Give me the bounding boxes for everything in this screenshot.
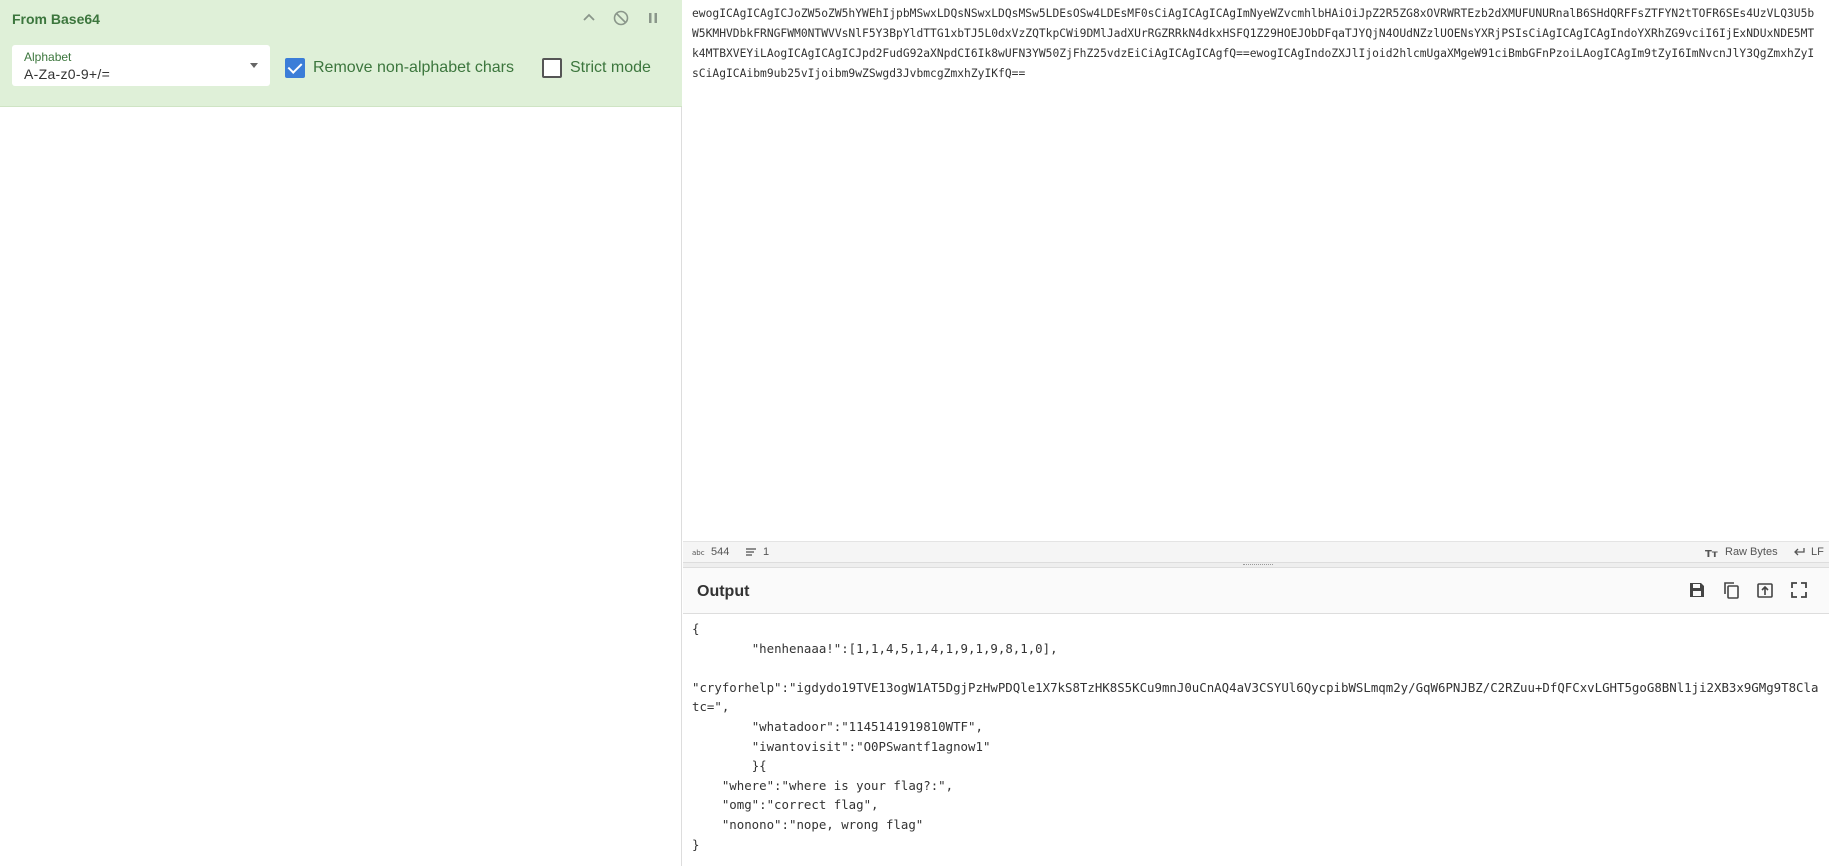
copy-icon[interactable] xyxy=(1721,580,1741,600)
operation-title: From Base64 xyxy=(12,11,100,27)
drag-grip-icon xyxy=(1243,564,1273,566)
char-count-stat: abc 544 xyxy=(692,546,729,558)
alphabet-label: Alphabet xyxy=(24,50,72,64)
output-pane[interactable]: { "henhenaaa!":[1,1,4,5,1,4,1,9,1,9,8,1,… xyxy=(683,614,1829,866)
remove-non-alphabet-label: Remove non-alphabet chars xyxy=(313,59,515,76)
remove-non-alphabet-option[interactable]: Remove non-alphabet chars xyxy=(285,58,514,78)
input-pane[interactable]: ewogICAgICAgICJoZW5oZW5hYWEhIjpbMSwxLDQs… xyxy=(683,0,1829,541)
operation-controls xyxy=(580,9,662,27)
output-toolbar xyxy=(1687,580,1809,600)
strict-mode-checkbox[interactable] xyxy=(542,58,562,78)
lines-icon xyxy=(746,548,756,556)
line-count: 1 xyxy=(763,546,770,558)
maximize-icon[interactable] xyxy=(1789,580,1809,600)
strict-mode-label: Strict mode xyxy=(570,59,651,76)
cyberchef-window: From Base64 Alphabet A-Za-z0-9+/= Remove… xyxy=(0,0,1829,866)
replace-input-icon[interactable] xyxy=(1755,580,1775,600)
line-count-stat: 1 xyxy=(745,546,769,558)
disable-icon[interactable] xyxy=(612,9,630,27)
alphabet-value: A-Za-z0-9+/= xyxy=(24,66,111,82)
operation-card-from-base64[interactable]: From Base64 Alphabet A-Za-z0-9+/= Remove… xyxy=(0,0,682,107)
return-arrow-icon xyxy=(1794,548,1805,556)
pause-icon[interactable] xyxy=(644,9,662,27)
collapse-icon[interactable] xyxy=(580,9,598,27)
output-header: Output xyxy=(683,568,1829,614)
alphabet-select[interactable]: Alphabet A-Za-z0-9+/= xyxy=(12,45,270,86)
text-length-icon: abc xyxy=(692,549,705,557)
save-icon[interactable] xyxy=(1687,580,1707,600)
encoding-selector[interactable]: Tт Raw Bytes xyxy=(1705,546,1778,558)
input-status-bar: abc 544 1 Tт Raw Bytes LF xyxy=(683,541,1829,562)
eol-selector[interactable]: LF xyxy=(1793,546,1824,558)
output-title: Output xyxy=(697,583,750,600)
remove-non-alphabet-checkbox[interactable] xyxy=(285,58,305,78)
encoding-label: Raw Bytes xyxy=(1725,546,1778,558)
svg-text:Tт: Tт xyxy=(1705,549,1718,558)
output-text[interactable]: { "henhenaaa!":[1,1,4,5,1,4,1,9,1,9,8,1,… xyxy=(692,619,1820,854)
strict-mode-option[interactable]: Strict mode xyxy=(542,58,651,78)
recipe-pane: From Base64 Alphabet A-Za-z0-9+/= Remove… xyxy=(0,0,682,866)
svg-text:abc: abc xyxy=(692,549,705,557)
input-textarea[interactable]: ewogICAgICAgICJoZW5oZW5hYWEhIjpbMSwxLDQs… xyxy=(692,4,1820,84)
text-format-icon: Tт xyxy=(1705,549,1718,558)
char-count: 544 xyxy=(711,546,730,558)
eol-label: LF xyxy=(1811,546,1824,558)
chevron-down-icon xyxy=(250,63,258,68)
